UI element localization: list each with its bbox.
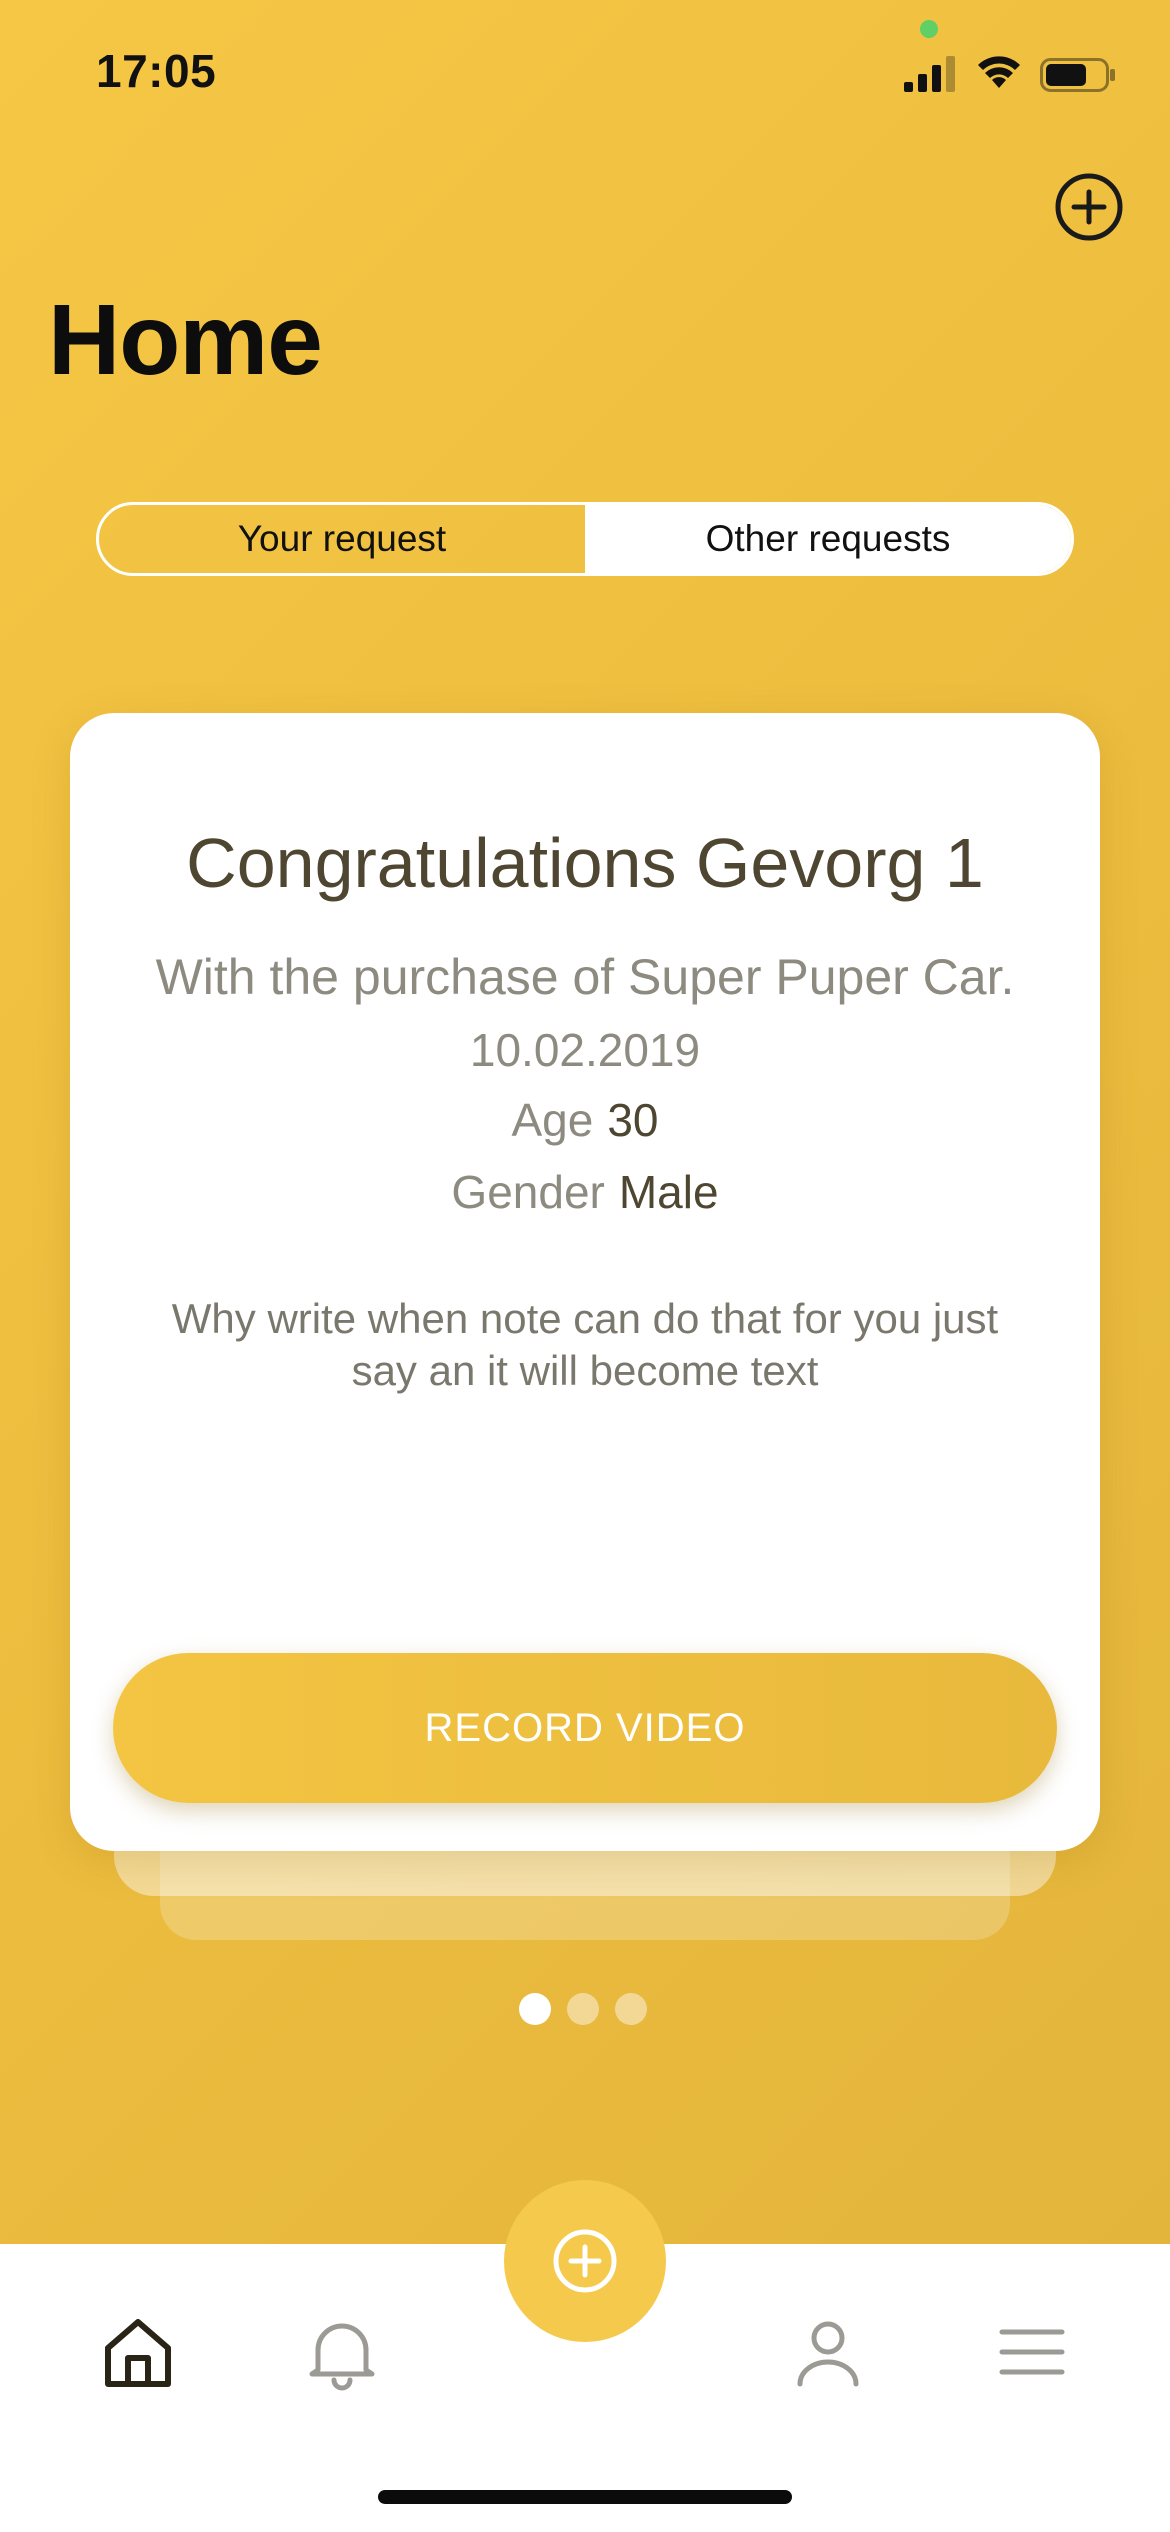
- card-title: Congratulations Gevorg 1: [186, 824, 984, 902]
- privacy-indicator-dot: [920, 20, 938, 38]
- age-label: Age: [511, 1094, 594, 1146]
- gender-value: Male: [618, 1166, 719, 1218]
- tab-other-requests[interactable]: Other requests: [585, 505, 1071, 573]
- age-value: 30: [607, 1094, 659, 1146]
- gender-label: Gender: [451, 1166, 605, 1218]
- status-time: 17:05: [96, 45, 217, 97]
- menu-icon[interactable]: [992, 2312, 1072, 2392]
- card-note: Why write when note can do that for you …: [171, 1295, 999, 1394]
- record-video-button[interactable]: RECORD VIDEO: [113, 1653, 1057, 1803]
- request-type-segmented-control: Your request Other requests: [96, 502, 1074, 576]
- card-date: 10.02.2019: [469, 1024, 701, 1076]
- app-background: 17:05 Home Your request Other requests C…: [0, 0, 1170, 2244]
- cellular-signal-icon: [904, 56, 955, 92]
- age-row: Age 30: [70, 1093, 1100, 1147]
- bell-icon[interactable]: [302, 2312, 382, 2392]
- pager-dot[interactable]: [519, 1993, 551, 2025]
- home-icon[interactable]: [98, 2312, 178, 2392]
- request-card: Congratulations Gevorg 1 With the purcha…: [70, 713, 1100, 1851]
- gender-row: Gender Male: [70, 1165, 1100, 1219]
- tab-your-request[interactable]: Your request: [99, 505, 585, 573]
- pager-dot[interactable]: [615, 1993, 647, 2025]
- card-pager: [519, 1993, 647, 2025]
- pager-dot[interactable]: [567, 1993, 599, 2025]
- add-request-button[interactable]: [1054, 172, 1124, 242]
- page-title: Home: [48, 284, 323, 396]
- wifi-icon: [978, 56, 1020, 88]
- plus-circle-icon: [553, 2229, 617, 2293]
- battery-icon: [1040, 58, 1115, 92]
- card-subtitle: With the purchase of Super Puper Car.: [155, 949, 1015, 1005]
- home-indicator: [378, 2490, 792, 2504]
- profile-icon[interactable]: [788, 2312, 868, 2392]
- new-request-fab[interactable]: [504, 2180, 666, 2342]
